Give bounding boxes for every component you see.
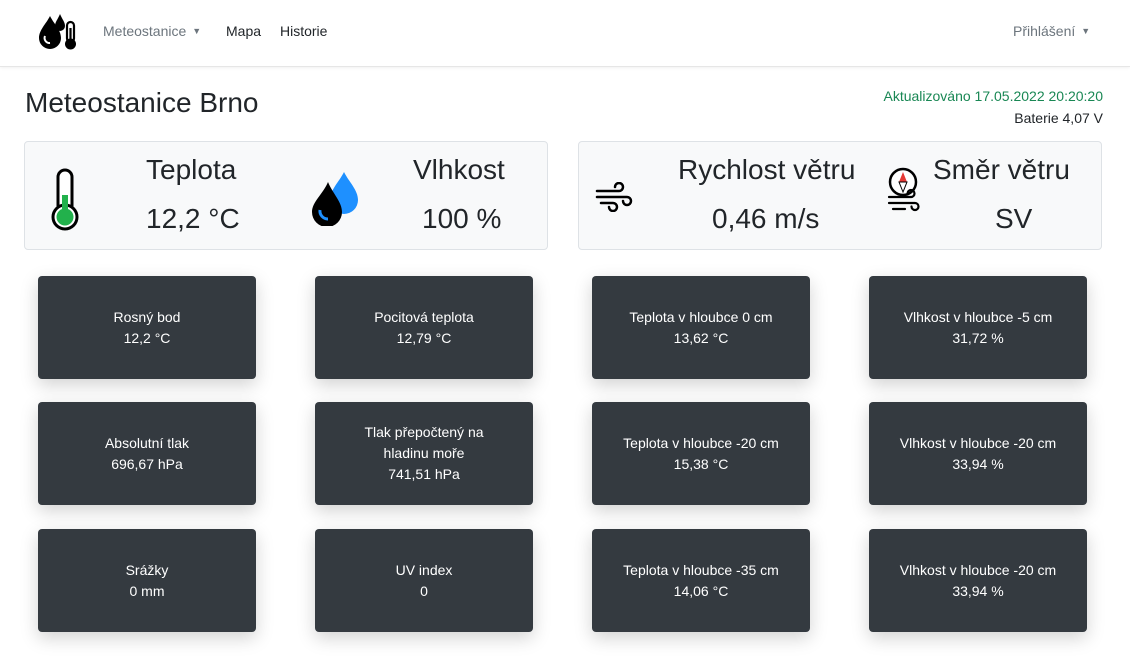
page-title: Meteostanice Brno <box>25 87 259 118</box>
tile-value: 33,94 % <box>952 582 1004 599</box>
nav-login-label: Přihlášení <box>1013 23 1076 39</box>
tile-value: 13,62 °C <box>673 329 729 346</box>
wind-direction-value: SV <box>995 203 1033 234</box>
tile-label: Absolutní tlak <box>104 434 190 451</box>
temperature-label: Teplota <box>146 154 237 185</box>
tile-value: 14,06 °C <box>673 582 729 599</box>
tile-soil-temp-20: Teplota v hloubce -20 cm 15,38 °C <box>592 402 810 505</box>
tile-label: Vlhkost v hloubce -20 cm <box>899 561 1057 578</box>
caret-down-icon: ▼ <box>1081 26 1091 36</box>
tile-label: UV index <box>395 561 453 578</box>
tile-soil-humidity-20: Vlhkost v hloubce -20 cm 33,94 % <box>869 402 1087 505</box>
navbar: Meteostanice ▼ Mapa Historie Přihlášení ▼ <box>0 0 1130 67</box>
tile-soil-temp-0: Teplota v hloubce 0 cm 13,62 °C <box>592 276 810 379</box>
wind-speed-value: 0,46 m/s <box>712 203 820 234</box>
nav-login-dropdown[interactable]: Přihlášení ▼ <box>1013 23 1090 39</box>
humidity-label: Vlhkost <box>413 154 505 185</box>
wind-speed-label: Rychlost větru <box>678 154 856 185</box>
tile-value: 0 mm <box>129 582 165 599</box>
tile-label: Vlhkost v hloubce -5 cm <box>903 308 1053 325</box>
tile-uv-index: UV index 0 <box>315 529 533 632</box>
wind-direction-label: Směr větru <box>933 154 1070 185</box>
tile-feels-like: Pocitová teplota 12,79 °C <box>315 276 533 379</box>
temperature-value: 12,2 °C <box>146 203 240 234</box>
tile-sea-level-pressure: Tlak přepočtený na hladinu moře 741,51 h… <box>315 402 533 505</box>
tile-value: 31,72 % <box>952 329 1004 346</box>
nav-mapa-link[interactable]: Mapa <box>226 23 261 39</box>
tile-label: Teplota v hloubce 0 cm <box>629 308 773 325</box>
tile-dew-point: Rosný bod 12,2 °C <box>38 276 256 379</box>
tile-label: Rosný bod <box>113 308 181 325</box>
weather-station-logo-icon[interactable] <box>36 12 82 52</box>
tile-value: 15,38 °C <box>673 455 729 472</box>
nav-meteostanice-dropdown[interactable]: Meteostanice ▼ <box>103 23 201 39</box>
tile-value: 696,67 hPa <box>111 455 183 472</box>
tile-label: Vlhkost v hloubce -20 cm <box>899 434 1057 451</box>
tile-value: 12,79 °C <box>396 329 452 346</box>
summary-card-temp-humidity: Teplota 12,2 °C Vlhkost 100 % <box>24 141 548 250</box>
last-updated-text: Aktualizováno 17.05.2022 20:20:20 <box>883 88 1103 104</box>
battery-status: Baterie 4,07 V <box>1014 110 1103 126</box>
tile-label: Srážky <box>125 561 169 578</box>
caret-down-icon: ▼ <box>192 26 202 36</box>
nav-meteostanice-label: Meteostanice <box>103 23 187 39</box>
wind-icon <box>595 182 633 212</box>
tile-soil-humidity-20b: Vlhkost v hloubce -20 cm 33,94 % <box>869 529 1087 632</box>
tile-absolute-pressure: Absolutní tlak 696,67 hPa <box>38 402 256 505</box>
tile-value: 12,2 °C <box>123 329 171 346</box>
tile-value: 741,51 hPa <box>388 466 460 482</box>
tile-label: Teplota v hloubce -20 cm <box>623 434 779 451</box>
tile-value: 33,94 % <box>952 455 1004 472</box>
tile-label: Tlak přepočtený na hladinu moře <box>364 424 484 461</box>
thermometer-icon <box>51 168 79 231</box>
tile-soil-humidity-5: Vlhkost v hloubce -5 cm 31,72 % <box>869 276 1087 379</box>
humidity-value: 100 % <box>422 203 502 234</box>
tile-precipitation: Srážky 0 mm <box>38 529 256 632</box>
compass-wind-icon <box>887 167 920 212</box>
tile-label: Teplota v hloubce -35 cm <box>623 561 779 578</box>
water-drops-icon <box>312 172 358 226</box>
nav-historie-link[interactable]: Historie <box>280 23 327 39</box>
tile-soil-temp-35: Teplota v hloubce -35 cm 14,06 °C <box>592 529 810 632</box>
summary-card-wind: Rychlost větru 0,46 m/s Směr větru SV <box>578 141 1102 250</box>
tile-label: Pocitová teplota <box>374 308 474 325</box>
tile-value: 0 <box>420 582 428 599</box>
